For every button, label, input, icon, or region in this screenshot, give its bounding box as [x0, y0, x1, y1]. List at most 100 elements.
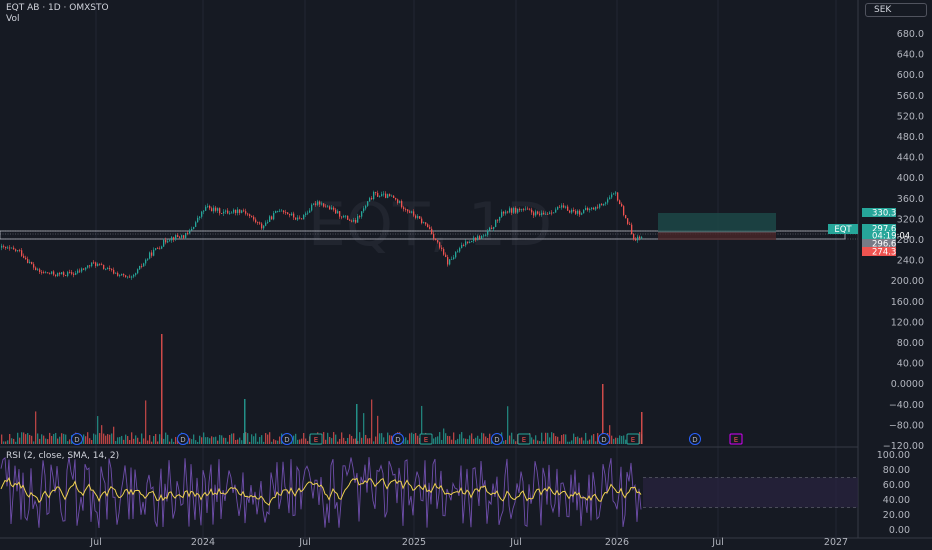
volume-bar — [59, 436, 61, 444]
candle-body — [171, 237, 173, 241]
candle-body — [595, 206, 597, 210]
volume-bar — [325, 439, 327, 444]
candle-body — [81, 268, 83, 272]
candle-body — [427, 224, 429, 228]
event-marker-label: D — [74, 436, 79, 444]
volume-bar — [103, 433, 105, 444]
currency-button[interactable]: SEK — [865, 3, 927, 17]
candle-body — [633, 233, 635, 240]
volume-bar — [545, 432, 547, 444]
volume-bar — [547, 432, 549, 444]
price-tick-label: 600.0 — [897, 70, 924, 81]
rsi-tick-label: 0.00 — [889, 525, 910, 536]
candle-body — [621, 203, 623, 207]
volume-bar — [377, 415, 379, 444]
candle-body — [527, 208, 529, 210]
volume-bar — [379, 433, 381, 444]
candle-body — [483, 235, 485, 237]
volume-bar — [453, 432, 455, 444]
volume-bar — [229, 435, 231, 444]
volume-bar — [477, 435, 479, 444]
time-tick-label: Jul — [711, 537, 723, 548]
candle-body — [327, 206, 329, 208]
candle-body — [33, 264, 35, 268]
candle-body — [557, 206, 559, 210]
volume-bar — [387, 432, 389, 444]
candle-body — [471, 240, 473, 242]
volume-bar — [33, 441, 35, 444]
volume-bar — [123, 439, 125, 444]
candle-body — [239, 209, 241, 213]
volume-bar — [211, 436, 213, 444]
volume-bar — [621, 435, 623, 444]
volume-bar — [573, 433, 575, 444]
volume-bar — [471, 433, 473, 444]
candle-body — [485, 234, 487, 236]
candle-body — [1, 245, 3, 248]
volume-bar — [575, 437, 577, 444]
volume-bar — [141, 433, 143, 444]
volume-bar — [69, 439, 71, 444]
price-tick-label: 560.0 — [897, 91, 924, 102]
candle-body — [597, 206, 599, 208]
candle-body — [161, 246, 163, 249]
candle-body — [121, 274, 123, 276]
rsi-legend[interactable]: RSI (2, close, SMA, 14, 2) — [6, 451, 119, 461]
candle-body — [329, 206, 331, 210]
candle-body — [227, 210, 229, 214]
volume-bar — [611, 435, 613, 444]
candle-body — [37, 269, 39, 271]
volume-bar — [481, 432, 483, 444]
candle-body — [297, 217, 299, 220]
volume-bar — [27, 432, 29, 444]
candle-body — [325, 206, 327, 208]
candle-body — [219, 208, 221, 214]
volume-bar — [7, 440, 9, 444]
candle-body — [229, 213, 231, 214]
candle-body — [351, 220, 353, 222]
candle-body — [437, 240, 439, 243]
volume-bar — [301, 438, 303, 444]
volume-bar — [365, 434, 367, 444]
volume-bar — [591, 435, 593, 444]
volume-bar — [269, 432, 271, 444]
candle-body — [207, 206, 209, 207]
price-tick-label: 40.00 — [897, 359, 924, 370]
volume-bar — [459, 434, 461, 444]
forecast-boxes — [658, 213, 776, 240]
candle-body — [533, 212, 535, 216]
volume-bar — [51, 435, 53, 444]
candle-body — [287, 212, 289, 215]
price-tick-label: 640.0 — [897, 50, 924, 61]
volume-bar — [191, 439, 193, 444]
candle-body — [103, 264, 105, 269]
volume-bar — [341, 432, 343, 444]
candle-body — [39, 269, 41, 272]
volume-bar — [543, 441, 545, 444]
volume-bar — [163, 438, 165, 444]
candle-body — [129, 276, 131, 278]
candle-body — [611, 194, 613, 198]
candle-body — [123, 274, 125, 276]
time-tick-label: 2026 — [605, 537, 629, 548]
candle-body — [309, 210, 311, 213]
volume-bar — [343, 437, 345, 444]
volume-bar — [475, 437, 477, 444]
symbol-title[interactable]: EQT AB · 1D · OMXSTO — [6, 3, 109, 13]
candle-body — [41, 271, 43, 273]
volume-bar — [407, 440, 409, 444]
rsi-band-fill — [643, 477, 858, 508]
candle-body — [361, 211, 363, 217]
volume-spike — [161, 334, 163, 444]
candle-body — [221, 213, 223, 215]
volume-legend[interactable]: Vol — [6, 14, 19, 24]
candle-body — [43, 272, 45, 273]
candle-body — [425, 222, 427, 225]
chart-canvas[interactable]: EQT, 1D D D D E D E D E D E D E 680.0 640.0 600.0 560.… — [0, 0, 932, 550]
candle-body — [603, 203, 605, 206]
candle-body — [257, 222, 259, 223]
candle-body — [153, 249, 155, 256]
volume-bar — [157, 441, 159, 444]
candle-body — [445, 254, 447, 258]
volume-bar — [323, 432, 325, 444]
